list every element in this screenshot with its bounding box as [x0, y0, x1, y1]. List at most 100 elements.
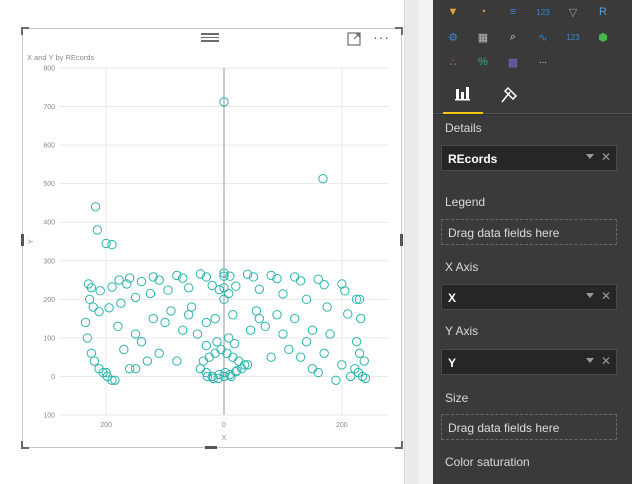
scatter-point	[360, 373, 371, 384]
scatter-point	[331, 375, 341, 385]
scatter-point	[354, 348, 365, 359]
r-visual-icon[interactable]: R	[591, 2, 615, 22]
scatter-icon[interactable]: ∴	[441, 52, 465, 72]
scatter-point	[88, 302, 98, 312]
chevron-down-icon[interactable]	[586, 154, 594, 159]
funnel-icon[interactable]: ▼	[441, 2, 465, 22]
visualization-gallery: ▼ ◔ ≡ 123 ▽ R ⚙ ▦ ⌕ ∿ 123 ⬢ ∴% ▩ ···	[433, 0, 632, 78]
remove-field-icon[interactable]: ✕	[601, 289, 611, 303]
scatter-point	[198, 356, 209, 366]
scatter-point	[322, 302, 332, 312]
size-placeholder: Drag data fields here	[448, 421, 560, 435]
scatter-point	[148, 313, 158, 324]
x-axis-well[interactable]: X ✕	[441, 284, 617, 310]
scatter-point	[89, 356, 100, 366]
matrix-icon[interactable]: ▩	[501, 52, 525, 72]
remove-field-icon[interactable]: ✕	[601, 150, 611, 164]
fields-tab[interactable]	[443, 78, 483, 114]
chevron-down-icon[interactable]	[586, 293, 594, 298]
scatter-point	[356, 313, 366, 324]
size-well[interactable]: Drag data fields here	[441, 414, 617, 440]
scatter-plot: 800 700 600 500 400 300 200 100 0 100 200 0 200 X Y	[28, 66, 389, 442]
scatter-point	[234, 356, 244, 366]
format-tab[interactable]	[488, 78, 528, 114]
card-icon[interactable]: ≡	[501, 2, 525, 22]
scatter-point	[116, 298, 126, 308]
scatter-point	[272, 310, 282, 320]
more-visuals-icon[interactable]: ···	[531, 52, 555, 72]
scatter-point	[228, 310, 238, 320]
scatter-point	[343, 309, 353, 319]
scatter-point	[295, 352, 306, 362]
scatter-point	[163, 285, 173, 295]
magnifier-icon[interactable]: ⌕	[501, 27, 525, 47]
scatter-point	[290, 272, 300, 282]
y-tick-label: 700	[43, 104, 55, 111]
legend-placeholder: Drag data fields here	[448, 226, 560, 240]
scatter-point	[201, 340, 212, 351]
scatter-point	[183, 283, 194, 293]
details-label: Details	[445, 121, 482, 135]
multirow-card-icon[interactable]: 123	[531, 2, 555, 22]
scatter-point	[90, 202, 101, 212]
scatter-point	[80, 317, 91, 328]
scatter-point	[231, 281, 241, 291]
scatter-point	[307, 364, 318, 374]
scatter-point	[210, 313, 220, 324]
slicer-icon[interactable]: ▦	[471, 27, 495, 47]
scatter-point	[229, 338, 240, 349]
legend-label: Legend	[445, 195, 486, 209]
hexagon-icon[interactable]: ⬢	[591, 27, 615, 47]
scatter-point	[254, 313, 265, 324]
chevron-down-icon[interactable]	[586, 358, 594, 363]
scatter-point	[107, 239, 117, 250]
x-tick-label: 0	[222, 422, 226, 429]
line-chart-icon[interactable]: ∿	[531, 27, 555, 47]
scatter-point	[212, 337, 222, 347]
scatter-point	[319, 279, 329, 290]
legend-well[interactable]: Drag data fields here	[441, 219, 617, 245]
scatter-point	[301, 337, 312, 347]
filter-icon[interactable]: ▽	[561, 2, 585, 22]
scatter-point	[278, 289, 288, 299]
scatter-point	[145, 288, 156, 299]
arcgis-icon[interactable]: ⚙	[441, 27, 465, 47]
fields-icon	[455, 87, 470, 101]
scatter-point	[210, 348, 220, 359]
scatter-point	[154, 348, 164, 359]
paint-roller-icon	[501, 86, 518, 103]
scatter-point	[251, 306, 262, 316]
scatter-point	[195, 364, 206, 374]
scatter-point	[319, 348, 329, 359]
y-tick-label: 400	[43, 220, 55, 227]
color-saturation-label: Color saturation	[445, 455, 530, 469]
y-axis-title: Y	[28, 239, 35, 244]
y-tick-label: 600	[43, 143, 55, 150]
scatter-point	[130, 292, 141, 303]
scatter-point	[192, 329, 203, 339]
y-tick-label: 800	[43, 66, 55, 73]
remove-field-icon[interactable]: ✕	[601, 354, 611, 368]
y-axis-well[interactable]: Y ✕	[441, 349, 617, 375]
kpi-icon[interactable]: 123	[561, 27, 585, 47]
scatter-point	[166, 306, 176, 316]
scatter-point	[214, 284, 224, 295]
x-tick-label: 200	[336, 422, 348, 429]
report-canvas: ··· X and Y by REcords 800 700 600 500 400 30…	[0, 0, 418, 484]
scatter-point	[260, 321, 270, 332]
scatter-point	[318, 173, 328, 184]
percent-icon[interactable]: %	[471, 52, 495, 72]
details-well[interactable]: REcords ✕	[441, 145, 617, 171]
scatter-point	[266, 352, 276, 362]
scatter-visual[interactable]: ··· X and Y by REcords 800 700 600 500 400 30…	[21, 27, 403, 449]
y-tick-label: 200	[43, 297, 55, 304]
scatter-point	[172, 356, 182, 366]
gauge-icon[interactable]: ◔	[471, 2, 495, 22]
scatter-point	[86, 348, 97, 359]
scatter-point	[186, 302, 197, 312]
scatter-point	[313, 367, 323, 378]
scatter-point	[359, 356, 369, 366]
scatter-point	[114, 275, 124, 285]
scatter-point	[107, 282, 117, 292]
scatter-point	[136, 337, 147, 347]
